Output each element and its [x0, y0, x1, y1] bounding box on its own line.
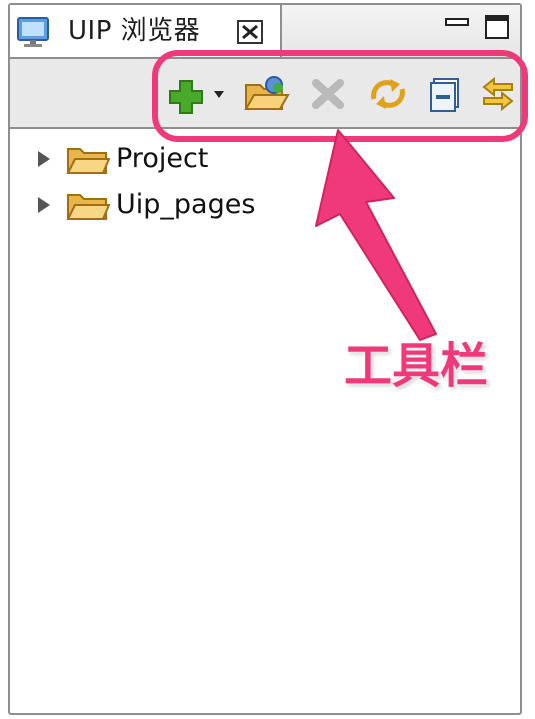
- delete-x-icon: [312, 79, 344, 109]
- new-button[interactable]: [168, 73, 228, 115]
- link-arrows-icon: [482, 76, 514, 112]
- link-with-editor-button[interactable]: [478, 73, 518, 115]
- maximize-icon[interactable]: [482, 13, 512, 41]
- delete-button[interactable]: [308, 73, 348, 115]
- collapse-all-button[interactable]: [426, 73, 466, 115]
- view-tab-bar: UIP 浏览器: [10, 5, 520, 59]
- sync-arrows-icon: [371, 79, 405, 109]
- tab-title: UIP 浏览器: [68, 16, 201, 46]
- toolbar: [10, 59, 520, 129]
- green-plus-icon: [169, 80, 224, 114]
- tree-item-label: Project: [116, 143, 209, 174]
- tree-item-label: Uip_pages: [116, 189, 256, 220]
- dropdown-arrow-icon: [214, 91, 224, 98]
- expand-arrow-icon[interactable]: [36, 195, 52, 215]
- tree-item-project[interactable]: Project: [10, 139, 310, 179]
- open-folder-button[interactable]: [242, 73, 290, 115]
- open-folder-icon: [244, 76, 290, 110]
- minimize-icon[interactable]: [442, 13, 472, 41]
- collapse-all-icon: [430, 78, 459, 112]
- expand-arrow-icon[interactable]: [36, 149, 52, 169]
- close-icon[interactable]: [235, 18, 265, 46]
- tree-item-uip-pages[interactable]: Uip_pages: [10, 185, 310, 225]
- refresh-button[interactable]: [366, 73, 410, 115]
- toolbar-annotation-label: 工具栏: [344, 338, 489, 394]
- folder-icon: [66, 148, 110, 174]
- tab-uip-browser[interactable]: UIP 浏览器: [10, 5, 282, 57]
- monitor-icon: [17, 17, 49, 47]
- folder-icon: [66, 194, 110, 220]
